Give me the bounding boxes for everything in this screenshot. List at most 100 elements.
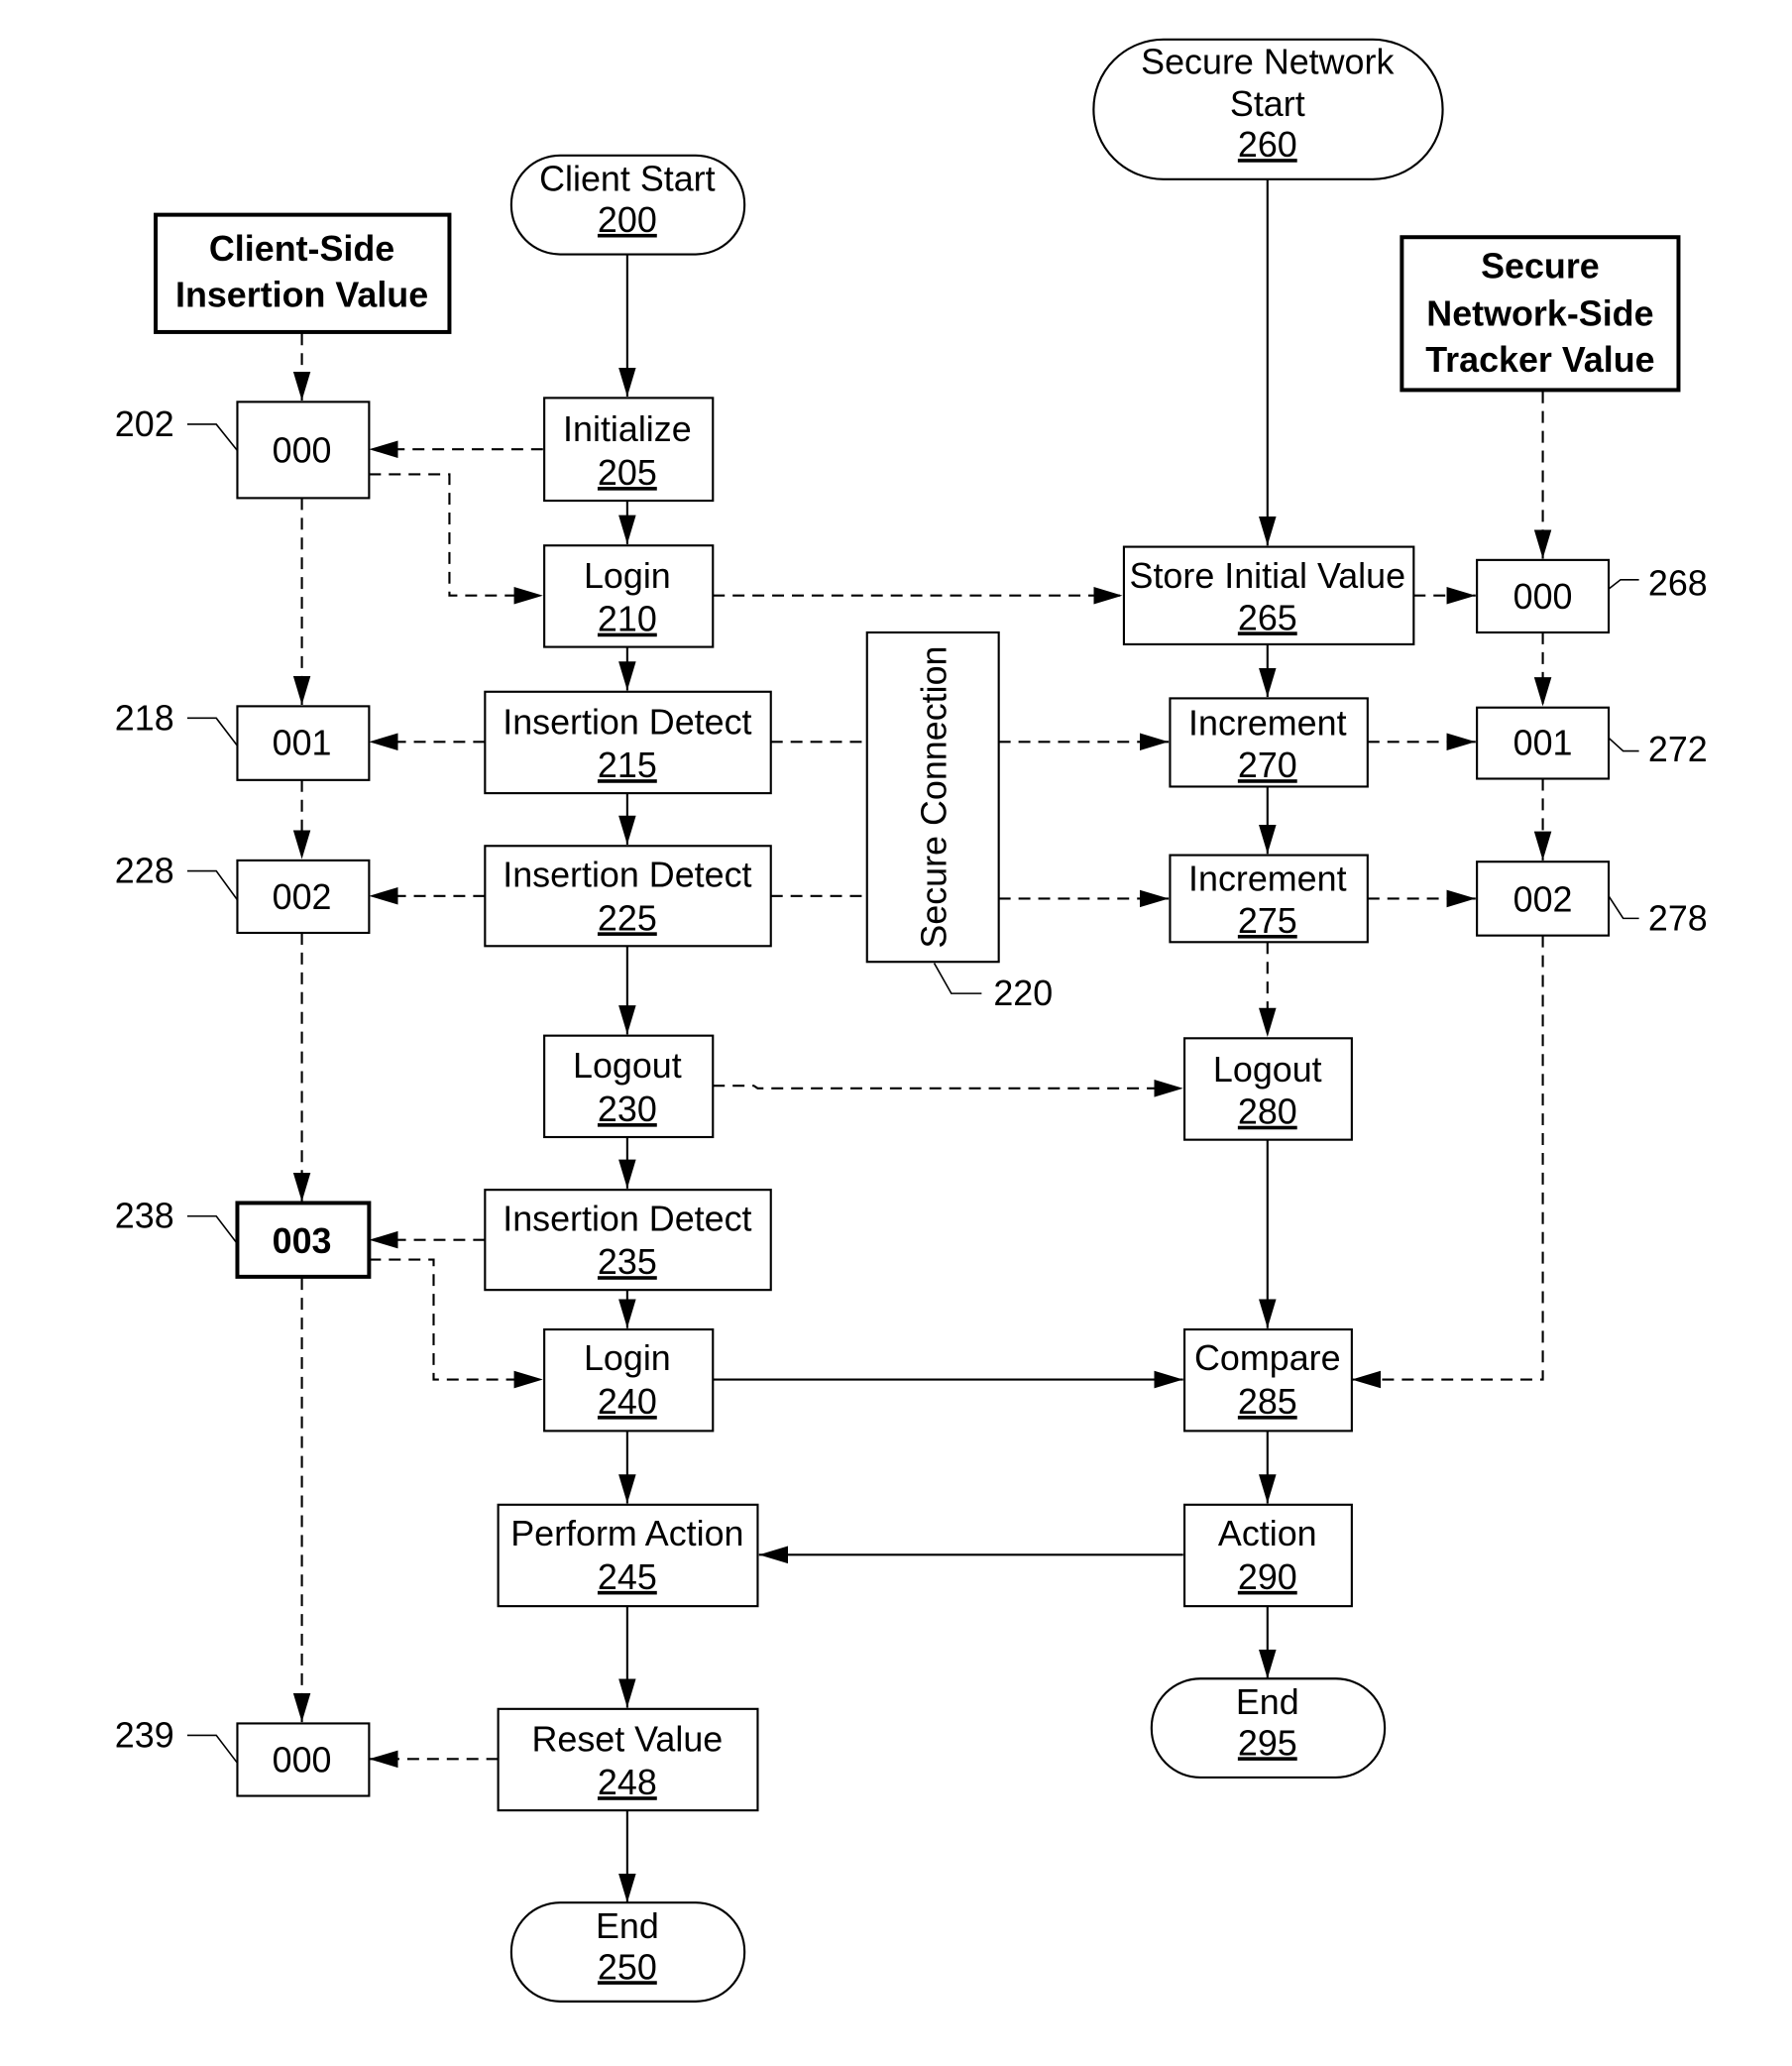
header-line: Tracker Value (1425, 340, 1654, 380)
node-label: Client Start (539, 160, 715, 199)
node-insertion-detect-235: Insertion Detect 235 (484, 1189, 772, 1292)
node-label: Start (1230, 84, 1305, 124)
node-perform-action-245: Perform Action 245 (497, 1503, 759, 1608)
value-text: 000 (1513, 577, 1573, 617)
node-number: 265 (1238, 598, 1297, 637)
value-text: 000 (273, 431, 332, 471)
node-number: 235 (598, 1242, 657, 1282)
node-logout-280: Logout 280 (1183, 1037, 1353, 1141)
leader-line (186, 1214, 239, 1245)
node-increment-270: Increment 270 (1169, 697, 1369, 788)
reference-number: 220 (993, 974, 1053, 1013)
value-text: 001 (1513, 724, 1573, 763)
node-number: 280 (1238, 1092, 1297, 1132)
reference-number: 272 (1648, 730, 1708, 769)
node-label: Login (584, 556, 671, 596)
connectors (292, 178, 1552, 1903)
arrow-278-285 (1351, 935, 1544, 1389)
node-label: Perform Action (510, 1514, 743, 1553)
node-label: Logout (573, 1046, 682, 1086)
client-value-228: 002 228 (115, 851, 371, 935)
reference-number: 268 (1648, 564, 1708, 604)
value-text: 002 (273, 877, 332, 917)
reference-number: 228 (115, 851, 174, 890)
client-side-insertion-value-box: Client-Side Insertion Value (154, 212, 452, 334)
node-number: 260 (1238, 125, 1297, 165)
node-number: 230 (598, 1090, 657, 1129)
leader-line (933, 963, 982, 994)
flowchart: Client-Side Insertion Value Secure Netwo… (115, 38, 1708, 2003)
node-number: 250 (598, 1947, 657, 1987)
value-text: 000 (273, 1741, 332, 1780)
header-line: Client-Side (209, 229, 394, 269)
secure-connection-label: Secure Connection (915, 646, 954, 949)
node-number: 215 (598, 746, 657, 785)
node-insertion-detect-225: Insertion Detect 225 (484, 845, 772, 948)
leader-line (1608, 895, 1639, 920)
client-value-202: 000 202 (115, 401, 371, 500)
client-value-218: 001 218 (115, 698, 371, 781)
leader-line (186, 423, 239, 452)
reference-number: 218 (115, 698, 174, 738)
node-client-start: Client Start 200 (509, 154, 746, 256)
arrow-230-280 (713, 1080, 1183, 1097)
node-number: 295 (1238, 1723, 1297, 1763)
leader-line (1608, 578, 1639, 590)
node-label: Secure Network (1141, 42, 1394, 81)
leader-line (186, 717, 239, 746)
secure-connection-box: Secure Connection 220 (865, 631, 1053, 1013)
reference-number: 238 (115, 1197, 174, 1236)
node-number: 240 (598, 1382, 657, 1422)
node-label: Compare (1194, 1338, 1341, 1378)
node-number: 205 (598, 453, 657, 493)
network-value-268: 000 268 (1476, 558, 1708, 634)
node-label: Insertion Detect (503, 855, 751, 894)
node-reset-value-248: Reset Value 248 (497, 1707, 759, 1812)
header-line: Secure (1481, 246, 1600, 286)
node-number: 200 (598, 200, 657, 240)
reference-number: 239 (115, 1715, 174, 1755)
node-store-initial-value-265: Store Initial Value 265 (1122, 545, 1415, 645)
node-end-295: End 295 (1150, 1677, 1387, 1779)
node-compare-285: Compare 285 (1183, 1327, 1353, 1433)
network-value-278: 002 278 (1476, 861, 1708, 938)
node-number: 290 (1238, 1557, 1297, 1597)
node-label: Login (584, 1338, 671, 1378)
node-label: Increment (1188, 859, 1347, 898)
node-login-240: Login 240 (543, 1327, 715, 1433)
node-label: Increment (1188, 704, 1347, 744)
value-text: 003 (273, 1221, 332, 1261)
node-secure-network-start: Secure Network Start 260 (1092, 38, 1444, 180)
node-increment-275: Increment 275 (1169, 854, 1369, 944)
network-value-272: 001 272 (1476, 706, 1708, 780)
node-number: 248 (598, 1763, 657, 1802)
node-number: 245 (598, 1557, 657, 1597)
node-label: Logout (1213, 1050, 1322, 1090)
node-label: End (1236, 1682, 1299, 1722)
node-logout-230: Logout 230 (543, 1034, 715, 1139)
node-action-290: Action 290 (1183, 1503, 1353, 1608)
leader-line (186, 869, 239, 901)
node-label: Reset Value (531, 1719, 723, 1759)
leader-line (1608, 737, 1639, 752)
node-initialize: Initialize 205 (543, 397, 715, 503)
node-label: Store Initial Value (1130, 556, 1406, 596)
node-label: Action (1218, 1514, 1317, 1553)
reference-number: 278 (1648, 898, 1708, 938)
node-number: 275 (1238, 901, 1297, 941)
node-number: 210 (598, 600, 657, 639)
header-line: Insertion Value (175, 276, 428, 315)
leader-line (186, 1734, 239, 1764)
network-side-tracker-value-box: Secure Network-Side Tracker Value (1400, 235, 1681, 393)
node-login-210: Login 210 (543, 544, 715, 648)
reference-number: 202 (115, 404, 174, 444)
client-value-238: 003 238 (115, 1197, 372, 1279)
node-number: 270 (1238, 746, 1297, 785)
node-label: End (596, 1906, 659, 1946)
node-insertion-detect-215: Insertion Detect 215 (484, 690, 772, 795)
node-label: Initialize (563, 409, 692, 449)
client-value-239: 000 239 (115, 1715, 371, 1797)
node-number: 225 (598, 898, 657, 938)
node-label: Insertion Detect (503, 1199, 751, 1238)
value-text: 001 (273, 724, 332, 763)
